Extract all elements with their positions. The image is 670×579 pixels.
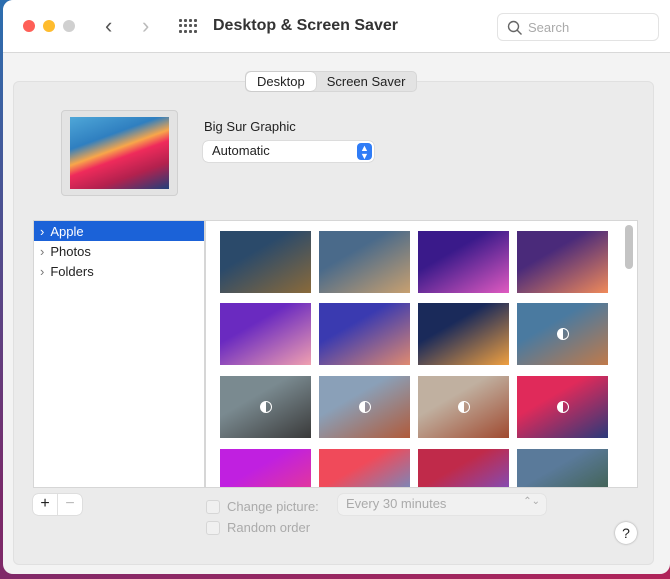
change-picture-label: Change picture:: [227, 499, 319, 514]
chevron-right-icon: ›: [40, 223, 45, 239]
mode-value: Automatic: [212, 143, 270, 158]
tab-bar: Desktop Screen Saver: [245, 71, 418, 92]
tab-desktop[interactable]: Desktop: [246, 72, 316, 91]
add-folder-button[interactable]: +: [33, 494, 57, 515]
wallpaper-name: Big Sur Graphic: [204, 119, 296, 134]
wallpaper-gallery: [205, 220, 638, 488]
search-icon: [507, 20, 522, 35]
chevron-right-icon: ›: [40, 263, 45, 279]
dynamic-wallpaper-icon: [457, 401, 470, 413]
wallpaper-thumbnail-catalina-2[interactable]: [319, 231, 410, 293]
titlebar: ‹ › Desktop & Screen Saver Search: [3, 0, 670, 53]
source-list: › Apple › Photos › Folders: [33, 220, 205, 488]
change-picture-checkbox[interactable]: Change picture:: [206, 499, 319, 514]
wallpaper-thumbnail-neon[interactable]: [220, 449, 311, 487]
source-label: Folders: [50, 263, 94, 279]
scrollbar[interactable]: [625, 225, 633, 269]
search-placeholder: Search: [528, 20, 570, 35]
source-label: Photos: [50, 243, 91, 259]
remove-folder-button[interactable]: −: [57, 494, 82, 515]
updown-chevron-icon: ⌃⌄: [523, 496, 540, 507]
back-icon[interactable]: ‹: [105, 13, 112, 39]
dynamic-wallpaper-icon: [358, 401, 371, 413]
interval-select[interactable]: Every 30 minutes ⌃⌄: [338, 494, 546, 515]
wallpaper-thumbnail-catalina-sunset[interactable]: [517, 231, 608, 293]
dynamic-wallpaper-icon: [556, 328, 569, 340]
dynamic-wallpaper-icon: [556, 401, 569, 413]
wallpaper-thumbnail-mojave-purple[interactable]: [220, 303, 311, 365]
help-button[interactable]: ?: [615, 522, 637, 544]
wallpaper-preview: [61, 110, 178, 196]
minimize-button[interactable]: [43, 20, 55, 32]
wallpaper-thumbnail-mojave-coast[interactable]: [319, 303, 410, 365]
wallpaper-thumbnail-desert-rock[interactable]: [517, 303, 608, 365]
appearance-mode-select[interactable]: Automatic ▲ ▼: [203, 141, 374, 162]
dynamic-wallpaper-icon: [259, 401, 272, 413]
wallpaper-thumbnail-big-sur-red[interactable]: [319, 449, 410, 487]
source-item-photos[interactable]: › Photos: [34, 241, 204, 261]
search-input[interactable]: Search: [497, 13, 659, 41]
close-button[interactable]: [23, 20, 35, 32]
wallpaper-thumbnail-white-rock[interactable]: [319, 376, 410, 438]
show-all-grid-icon[interactable]: [179, 19, 197, 33]
random-order-checkbox[interactable]: Random order: [206, 520, 310, 535]
updown-chevron-icon: ▲ ▼: [357, 143, 372, 161]
chevron-right-icon: ›: [40, 243, 45, 259]
tab-screen-saver[interactable]: Screen Saver: [316, 72, 417, 91]
source-item-apple[interactable]: › Apple: [34, 221, 204, 241]
window-title: Desktop & Screen Saver: [213, 17, 398, 34]
source-item-folders[interactable]: › Folders: [34, 261, 204, 281]
zoom-button[interactable]: [63, 20, 75, 32]
source-label: Apple: [50, 223, 84, 239]
wallpaper-thumbnail-catalina-1[interactable]: [220, 231, 311, 293]
wallpaper-thumbnail-big-sur-graphic[interactable]: [517, 376, 608, 438]
wallpaper-thumbnail-big-sur-dark[interactable]: [418, 449, 509, 487]
add-remove-buttons: + −: [33, 494, 82, 515]
forward-icon[interactable]: ›: [142, 13, 149, 39]
wallpaper-thumbnail-gradient-blue[interactable]: [418, 303, 509, 365]
wallpaper-thumbnail-big-sur-coast[interactable]: [517, 449, 608, 487]
wallpaper-thumbnail-rock-dark[interactable]: [220, 376, 311, 438]
wallpaper-thumbnail-red-rock[interactable]: [418, 376, 509, 438]
random-order-label: Random order: [227, 520, 311, 535]
interval-value: Every 30 minutes: [346, 496, 447, 511]
wallpaper-thumbnail-catalina-purple[interactable]: [418, 231, 509, 293]
